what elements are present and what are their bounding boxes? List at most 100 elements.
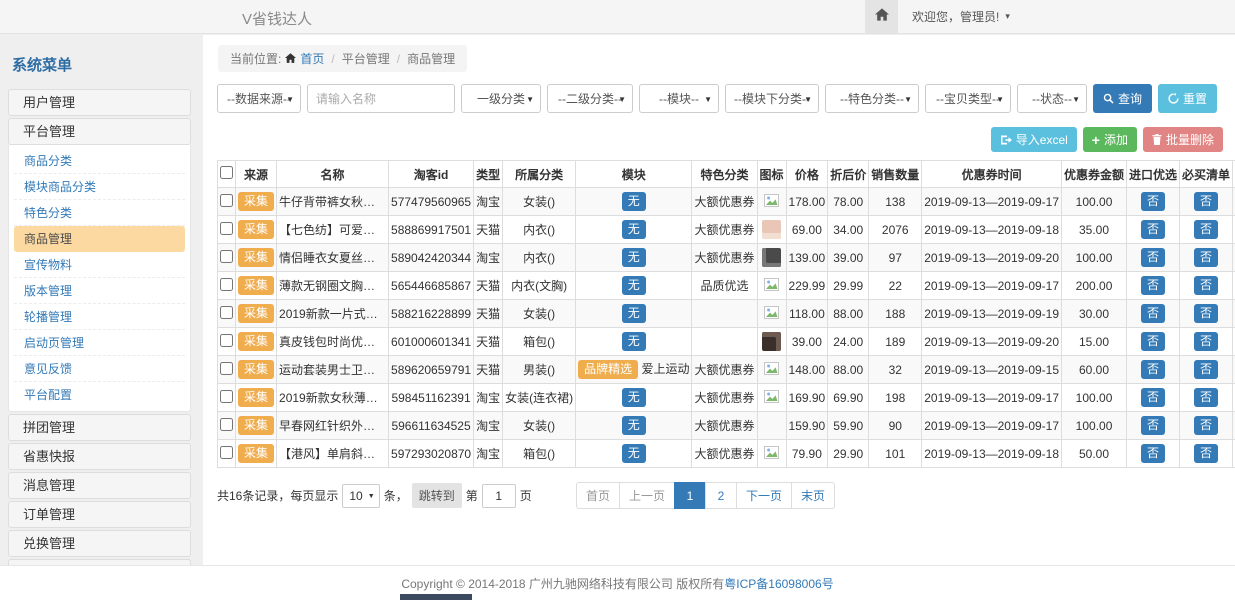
module-none-badge[interactable]: 无 xyxy=(622,276,646,296)
horizontal-scrollbar-thumb[interactable] xyxy=(400,594,472,600)
import-select-toggle[interactable]: 否 xyxy=(1141,444,1165,464)
sidebar-section[interactable]: 用户管理 xyxy=(8,89,191,116)
module-none-badge[interactable]: 无 xyxy=(622,444,646,464)
home-button[interactable] xyxy=(865,0,898,33)
user-menu[interactable]: 欢迎您，管理员! ▾ xyxy=(898,0,1024,33)
add-button[interactable]: + 添加 xyxy=(1083,127,1137,152)
must-buy-toggle[interactable]: 否 xyxy=(1194,332,1218,352)
icp-link[interactable]: 粤ICP备16098006号 xyxy=(724,575,833,592)
must-buy-toggle[interactable]: 否 xyxy=(1194,276,1218,296)
search-button[interactable]: 查询 xyxy=(1093,84,1152,113)
cell-source: 采集 xyxy=(236,412,277,440)
must-buy-toggle[interactable]: 否 xyxy=(1194,360,1218,380)
module-none-badge[interactable]: 无 xyxy=(622,416,646,436)
reset-button[interactable]: 重置 xyxy=(1158,84,1217,113)
sidebar-item[interactable]: 特色分类 xyxy=(14,200,185,226)
page-prefix-text: 第 xyxy=(466,487,478,504)
sidebar-item[interactable]: 平台配置 xyxy=(14,382,185,408)
cell-coupon-amount: 100.00 xyxy=(1062,412,1127,440)
page-button[interactable]: 1 xyxy=(674,482,706,509)
cell-must-buy: 否 xyxy=(1180,384,1233,412)
sidebar-item[interactable]: 版本管理 xyxy=(14,278,185,304)
must-buy-toggle[interactable]: 否 xyxy=(1194,388,1218,408)
row-checkbox[interactable] xyxy=(220,194,233,207)
import-select-toggle[interactable]: 否 xyxy=(1141,220,1165,240)
must-buy-toggle[interactable]: 否 xyxy=(1194,220,1218,240)
filter-select[interactable]: --二级分类--▼ xyxy=(547,84,633,113)
filter-select[interactable]: --宝贝类型--▼ xyxy=(925,84,1011,113)
import-excel-button[interactable]: 导入excel xyxy=(991,127,1077,152)
import-select-toggle[interactable]: 否 xyxy=(1141,304,1165,324)
row-checkbox[interactable] xyxy=(220,222,233,235)
cell-price: 39.00 xyxy=(786,328,828,356)
cell-discount-price: 78.00 xyxy=(828,188,869,216)
sidebar-item[interactable]: 启动页管理 xyxy=(14,330,185,356)
sidebar-item[interactable]: 意见反馈 xyxy=(14,356,185,382)
row-checkbox[interactable] xyxy=(220,390,233,403)
sidebar-item[interactable]: 轮播管理 xyxy=(14,304,185,330)
batch-delete-button[interactable]: 批量删除 xyxy=(1143,127,1223,152)
import-select-toggle[interactable]: 否 xyxy=(1141,388,1165,408)
sidebar-item[interactable]: 商品分类 xyxy=(14,148,185,174)
module-none-badge[interactable]: 无 xyxy=(622,388,646,408)
filter-select[interactable]: --模块下分类--▼ xyxy=(725,84,819,113)
breadcrumb-separator: / xyxy=(394,52,403,66)
source-badge: 采集 xyxy=(238,416,274,436)
per-page-select[interactable]: 10 ▼ xyxy=(342,484,379,508)
product-thumbnail xyxy=(762,220,781,239)
import-select-toggle[interactable]: 否 xyxy=(1141,248,1165,268)
row-checkbox[interactable] xyxy=(220,418,233,431)
sidebar-section[interactable]: 兑换管理 xyxy=(8,530,191,557)
module-none-badge[interactable]: 无 xyxy=(622,220,646,240)
sidebar-section[interactable]: 拼团管理 xyxy=(8,414,191,441)
sidebar-section[interactable]: 省惠快报 xyxy=(8,443,191,470)
row-checkbox[interactable] xyxy=(220,334,233,347)
import-select-toggle[interactable]: 否 xyxy=(1141,416,1165,436)
table-row: 采集2019新款一片式系...588216228899天猫女装()无118.00… xyxy=(218,300,1235,328)
row-select-cell xyxy=(218,216,236,244)
page-button[interactable]: 末页 xyxy=(791,482,835,509)
row-checkbox[interactable] xyxy=(220,250,233,263)
cell-icon xyxy=(757,356,786,384)
select-all-checkbox[interactable] xyxy=(220,166,233,179)
sidebar-item[interactable]: 模块商品分类 xyxy=(14,174,185,200)
must-buy-toggle[interactable]: 否 xyxy=(1194,416,1218,436)
table-row: 采集【七色纺】可爱纯棉家...588869917501天猫内衣()无大额优惠券6… xyxy=(218,216,1235,244)
name-search-input[interactable] xyxy=(307,84,455,113)
page-button[interactable]: 下一页 xyxy=(736,482,792,509)
must-buy-toggle[interactable]: 否 xyxy=(1194,444,1218,464)
page-button[interactable]: 上一页 xyxy=(619,482,675,509)
page-button[interactable]: 首页 xyxy=(576,482,620,509)
must-buy-toggle[interactable]: 否 xyxy=(1194,192,1218,212)
import-select-toggle[interactable]: 否 xyxy=(1141,332,1165,352)
jump-button[interactable]: 跳转到 xyxy=(412,483,462,508)
sidebar-item[interactable]: 宣传物料 xyxy=(14,252,185,278)
cell-taoke-id: 601000601341 xyxy=(389,328,474,356)
row-checkbox[interactable] xyxy=(220,446,233,459)
module-none-badge[interactable]: 无 xyxy=(622,332,646,352)
module-none-badge[interactable]: 无 xyxy=(622,192,646,212)
filter-select[interactable]: --模块--▼ xyxy=(639,84,719,113)
breadcrumb-home-link[interactable]: 首页 xyxy=(300,50,324,67)
import-select-toggle[interactable]: 否 xyxy=(1141,192,1165,212)
import-select-toggle[interactable]: 否 xyxy=(1141,360,1165,380)
row-checkbox[interactable] xyxy=(220,278,233,291)
page-button[interactable]: 2 xyxy=(705,482,737,509)
sidebar-section[interactable]: 订单管理 xyxy=(8,501,191,528)
filter-select[interactable]: 一级分类▼ xyxy=(461,84,541,113)
sidebar-section[interactable]: 消息管理 xyxy=(8,472,191,499)
filter-select[interactable]: --状态--▼ xyxy=(1017,84,1087,113)
module-none-badge[interactable]: 无 xyxy=(622,304,646,324)
filter-select[interactable]: --数据来源--▼ xyxy=(217,84,301,113)
must-buy-toggle[interactable]: 否 xyxy=(1194,304,1218,324)
row-checkbox[interactable] xyxy=(220,362,233,375)
import-select-toggle[interactable]: 否 xyxy=(1141,276,1165,296)
sidebar-item[interactable]: 商品管理 xyxy=(14,226,185,252)
row-checkbox[interactable] xyxy=(220,306,233,319)
filter-select[interactable]: --特色分类--▼ xyxy=(825,84,919,113)
cell-module: 无 xyxy=(576,244,692,272)
module-none-badge[interactable]: 无 xyxy=(622,248,646,268)
page-number-input[interactable] xyxy=(482,484,516,508)
sidebar-section[interactable]: 平台管理 xyxy=(8,118,191,145)
must-buy-toggle[interactable]: 否 xyxy=(1194,248,1218,268)
